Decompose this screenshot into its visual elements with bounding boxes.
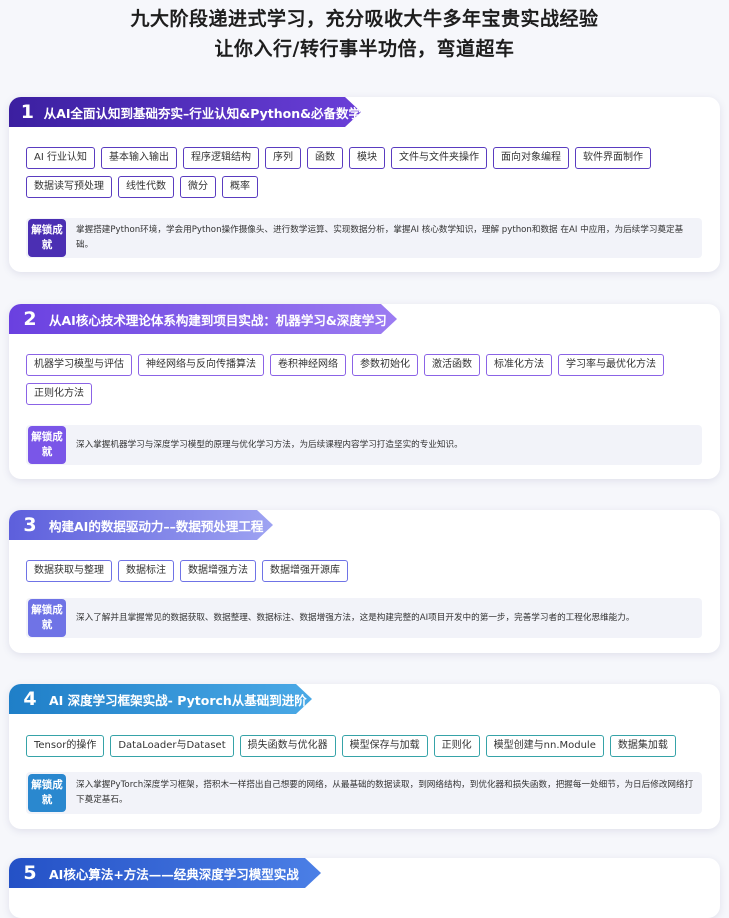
topic-tag[interactable]: 序列 bbox=[264, 147, 301, 169]
topic-tag[interactable]: 模型保存与加载 bbox=[341, 735, 428, 757]
topic-tag[interactable]: Tensor的操作 bbox=[26, 735, 105, 757]
stage-card-1: 1 从AI全面认知到基础夯实–行业认知&Python&必备数学 AI 行业认知 … bbox=[9, 97, 720, 272]
topic-tag[interactable]: DataLoader与Dataset bbox=[110, 735, 234, 757]
topic-tag[interactable]: 数据增强方法 bbox=[180, 560, 256, 582]
headline-line-1: 九大阶段递进式学习，充分吸收大牛多年宝贵实战经验 bbox=[130, 8, 599, 30]
topic-tag[interactable]: 模型创建与nn.Module bbox=[485, 735, 604, 757]
topic-tag[interactable]: 程序逻辑结构 bbox=[182, 147, 259, 169]
topic-tag[interactable]: 参数初始化 bbox=[352, 354, 418, 376]
topic-tag[interactable]: 神经网络与反向传播算法 bbox=[138, 354, 264, 376]
achievement-text: 深入了解并且掌握常见的数据获取、数据整理、数据标注、数据增强方法，这是构建完整的… bbox=[76, 612, 635, 623]
topic-tag[interactable]: 正则化方法 bbox=[26, 383, 92, 405]
stage-banner-1: 1 从AI全面认知到基础夯实–行业认知&Python&必备数学 bbox=[9, 97, 361, 127]
achievement-badge: 解锁成就 bbox=[28, 426, 66, 464]
achievement-text: 深入掌握机器学习与深度学习模型的原理与优化学习方法，为后续课程内容学习打造坚实的… bbox=[76, 439, 463, 450]
headline-line-2: 让你入行/转行事半功倍，弯道超车 bbox=[214, 38, 515, 60]
achievement-box: 解锁成就 深入掌握机器学习与深度学习模型的原理与优化学习方法，为后续课程内容学习… bbox=[26, 425, 702, 465]
topic-tag[interactable]: 正则化 bbox=[433, 735, 480, 757]
topic-tag[interactable]: 激活函数 bbox=[424, 354, 480, 376]
tag-list: Tensor的操作 DataLoader与Dataset 损失函数与优化器 模型… bbox=[26, 735, 706, 757]
page-header: 九大阶段递进式学习，充分吸收大牛多年宝贵实战经验 让你入行/转行事半功倍，弯道超… bbox=[0, 4, 729, 64]
topic-tag[interactable]: 学习率与最优化方法 bbox=[558, 354, 664, 376]
topic-tag[interactable]: 卷积神经网络 bbox=[270, 354, 346, 376]
stage-number: 2 bbox=[23, 308, 37, 330]
stage-number: 5 bbox=[23, 862, 37, 884]
tag-list: AI 行业认知 基本输入输出 程序逻辑结构 序列 函数 模块 文件与文件夹操作 … bbox=[26, 147, 706, 198]
topic-tag[interactable]: 标准化方法 bbox=[486, 354, 552, 376]
topic-tag[interactable]: 数据获取与整理 bbox=[26, 560, 112, 582]
stage-title: AI核心算法+方法——经典深度学习模型实战 bbox=[49, 866, 299, 882]
achievement-text: 深入掌握PyTorch深度学习框架，搭积木一样搭出自己想要的网络，从最基础的数据… bbox=[76, 780, 694, 805]
topic-tag[interactable]: 微分 bbox=[180, 176, 216, 198]
topic-tag[interactable]: 基本输入输出 bbox=[100, 147, 177, 169]
stage-banner-2: 2 从AI核心技术理论体系构建到项目实战：机器学习&深度学习 bbox=[9, 304, 397, 334]
stage-card-2: 2 从AI核心技术理论体系构建到项目实战：机器学习&深度学习 机器学习模型与评估… bbox=[9, 304, 720, 479]
topic-tag[interactable]: 数据集加载 bbox=[609, 735, 676, 757]
stage-number: 3 bbox=[23, 514, 37, 536]
stage-title: 构建AI的数据驱动力––数据预处理工程 bbox=[49, 518, 264, 534]
stage-card-5: 5 AI核心算法+方法——经典深度学习模型实战 bbox=[9, 858, 720, 918]
topic-tag[interactable]: 机器学习模型与评估 bbox=[26, 354, 132, 376]
stage-banner-4: 4 AI 深度学习框架实战- Pytorch从基础到进阶 bbox=[9, 684, 312, 714]
topic-tag[interactable]: 概率 bbox=[222, 176, 258, 198]
achievement-box: 解锁成就 深入了解并且掌握常见的数据获取、数据整理、数据标注、数据增强方法，这是… bbox=[26, 598, 702, 638]
topic-tag[interactable]: 文件与文件夹操作 bbox=[390, 147, 487, 169]
topic-tag[interactable]: 面向对象编程 bbox=[492, 147, 569, 169]
achievement-badge: 解锁成就 bbox=[28, 774, 66, 812]
topic-tag[interactable]: 数据读写预处理 bbox=[26, 176, 112, 198]
stage-title: AI 深度学习框架实战- Pytorch从基础到进阶 bbox=[49, 692, 307, 708]
tag-list: 机器学习模型与评估 神经网络与反向传播算法 卷积神经网络 参数初始化 激活函数 … bbox=[26, 354, 706, 405]
stage-card-3: 3 构建AI的数据驱动力––数据预处理工程 数据获取与整理 数据标注 数据增强方… bbox=[9, 510, 720, 653]
stage-title: 从AI全面认知到基础夯实–行业认知&Python&必备数学 bbox=[43, 105, 361, 121]
achievement-badge: 解锁成就 bbox=[28, 219, 66, 257]
topic-tag[interactable]: 模块 bbox=[348, 147, 385, 169]
topic-tag[interactable]: 数据标注 bbox=[118, 560, 174, 582]
topic-tag[interactable]: 软件界面制作 bbox=[574, 147, 651, 169]
topic-tag[interactable]: 损失函数与优化器 bbox=[239, 735, 336, 757]
achievement-text: 掌握搭建Python环境，学会用Python操作摄像头、进行数学运算、实现数据分… bbox=[76, 225, 684, 250]
achievement-box: 解锁成就 深入掌握PyTorch深度学习框架，搭积木一样搭出自己想要的网络，从最… bbox=[26, 772, 702, 814]
topic-tag[interactable]: 函数 bbox=[306, 147, 343, 169]
achievement-box: 解锁成就 掌握搭建Python环境，学会用Python操作摄像头、进行数学运算、… bbox=[26, 218, 702, 258]
stage-banner-3: 3 构建AI的数据驱动力––数据预处理工程 bbox=[9, 510, 273, 540]
stage-title: 从AI核心技术理论体系构建到项目实战：机器学习&深度学习 bbox=[49, 312, 387, 328]
stage-card-4: 4 AI 深度学习框架实战- Pytorch从基础到进阶 Tensor的操作 D… bbox=[9, 684, 720, 829]
topic-tag[interactable]: 线性代数 bbox=[118, 176, 174, 198]
topic-tag[interactable]: 数据增强开源库 bbox=[262, 560, 348, 582]
tag-list: 数据获取与整理 数据标注 数据增强方法 数据增强开源库 bbox=[26, 560, 706, 582]
stage-number: 4 bbox=[23, 688, 37, 710]
topic-tag[interactable]: AI 行业认知 bbox=[26, 147, 95, 169]
achievement-badge: 解锁成就 bbox=[28, 599, 66, 637]
stage-banner-5: 5 AI核心算法+方法——经典深度学习模型实战 bbox=[9, 858, 321, 888]
stage-number: 1 bbox=[20, 101, 34, 123]
